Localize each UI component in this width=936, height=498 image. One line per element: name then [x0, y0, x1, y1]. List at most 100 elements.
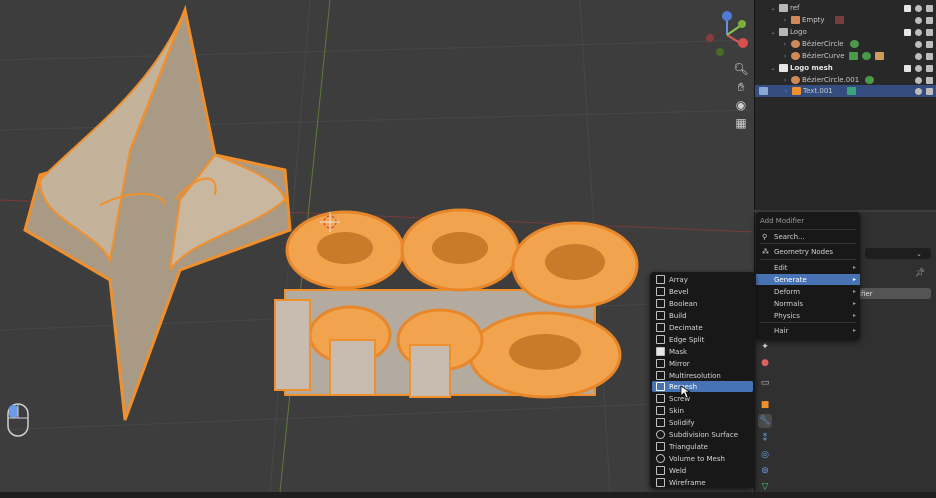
particles-tab-icon[interactable]: ⁑ [758, 432, 772, 446]
expand-arrow-icon[interactable]: › [782, 88, 790, 95]
menu-item-generate[interactable]: Generate ▸ [756, 274, 860, 285]
decimate-icon [656, 323, 665, 332]
curve-icon [791, 40, 800, 48]
camera-view-icon[interactable]: ◉ [732, 96, 750, 114]
camera-icon[interactable] [926, 52, 933, 60]
menu-item-skin[interactable]: Skin [652, 405, 753, 416]
outliner-row-empty[interactable]: › Empty [755, 14, 936, 26]
eye-icon[interactable] [915, 16, 922, 24]
viewport-scene[interactable] [0, 0, 754, 492]
pin-icon[interactable]: 📌︎ [915, 268, 925, 277]
physics-tab-icon[interactable]: ◎ [758, 448, 772, 462]
modifier-wrench-tab-icon[interactable]: 🔧︎ [758, 414, 772, 428]
menu-item-label: Mask [669, 347, 688, 356]
mesh-data-icon [846, 87, 856, 95]
menu-item-triangulate[interactable]: Triangulate [652, 441, 753, 452]
outliner-row-beziercircle[interactable]: › BézierCircle [755, 38, 936, 50]
menu-item-label: Physics [774, 311, 800, 320]
menu-item-build[interactable]: Build [652, 310, 753, 321]
camera-icon[interactable] [926, 28, 933, 36]
menu-item-volume-to-mesh[interactable]: Volume to Mesh [652, 453, 753, 464]
checkbox-icon[interactable] [904, 28, 911, 36]
menu-item-deform[interactable]: Deform ▸ [756, 286, 860, 297]
checkbox-icon[interactable] [904, 4, 911, 12]
camera-icon[interactable] [926, 16, 933, 24]
menu-item-label: Build [669, 311, 687, 320]
menu-item-decimate[interactable]: Decimate [652, 322, 753, 333]
eye-icon[interactable] [915, 4, 922, 12]
menu-item-search[interactable]: ⚲ Search... [756, 231, 860, 242]
output-tab-icon[interactable]: ▭ [758, 376, 772, 390]
build-icon [656, 311, 665, 320]
eye-icon[interactable] [915, 52, 922, 60]
toggle-perspective-icon[interactable]: ▦ [732, 114, 750, 132]
eye-icon[interactable] [915, 40, 922, 48]
scene-tab-icon[interactable]: ● [758, 356, 772, 370]
outliner-row-logo[interactable]: ⌄ Logo [755, 26, 936, 38]
curve-icon [791, 76, 800, 84]
eye-icon[interactable] [915, 76, 922, 84]
expand-arrow-icon[interactable]: ⌄ [769, 65, 777, 72]
menu-item-subdivision-surface[interactable]: Subdivision Surface [652, 429, 753, 440]
outliner-row-text-001[interactable]: › Text.001 [755, 85, 936, 97]
menu-item-geometry-nodes[interactable]: ⁂ Geometry Nodes [756, 246, 860, 257]
menu-item-edge-split[interactable]: Edge Split [652, 334, 753, 345]
menu-item-multiresolution[interactable]: Multiresolution [652, 370, 753, 381]
outliner-panel[interactable]: ⌄ ref › Empty ⌄ Logo › BézierCircle › Bé… [754, 0, 936, 210]
bevel-icon [656, 287, 665, 296]
menu-item-hair[interactable]: Hair ▸ [756, 325, 860, 336]
expand-arrow-icon[interactable]: › [781, 77, 789, 84]
menu-item-normals[interactable]: Normals ▸ [756, 298, 860, 309]
camera-icon[interactable] [926, 40, 933, 48]
expand-arrow-icon[interactable]: ⌄ [769, 29, 777, 36]
checkbox-icon[interactable] [904, 64, 911, 72]
menu-item-edit[interactable]: Edit ▸ [756, 262, 860, 273]
menu-item-mask[interactable]: Mask [652, 346, 753, 357]
navigation-gizmo[interactable] [700, 8, 754, 62]
outliner-row-beziercurve[interactable]: › BézierCurve [755, 50, 936, 62]
expand-arrow-icon[interactable]: ⌄ [769, 5, 777, 12]
eye-icon[interactable] [915, 28, 922, 36]
object-tab-icon[interactable]: ■ [758, 398, 772, 412]
eye-icon[interactable] [915, 87, 922, 95]
submenu-arrow-icon: ▸ [852, 288, 856, 295]
camera-icon[interactable] [926, 76, 933, 84]
menu-item-label: Skin [669, 406, 684, 415]
menu-item-physics[interactable]: Physics ▸ [756, 310, 860, 321]
restrict-select-icon[interactable] [759, 87, 768, 95]
dropdown-chevron-icon[interactable]: ⌄ [916, 250, 928, 258]
camera-icon[interactable] [926, 4, 933, 12]
expand-arrow-icon[interactable]: › [781, 41, 789, 48]
mouse-button-icon [7, 403, 29, 437]
menu-item-bevel[interactable]: Bevel [652, 286, 753, 297]
tool-tab-icon[interactable]: ✦ [758, 340, 772, 354]
menu-item-array[interactable]: Array [652, 274, 753, 285]
pan-hand-icon[interactable]: ✋︎ [732, 78, 750, 96]
menu-item-remesh[interactable]: Remesh [652, 381, 753, 392]
menu-item-solidify[interactable]: Solidify [652, 417, 753, 428]
edge-split-icon [656, 335, 665, 344]
constraints-tab-icon[interactable]: ⊚ [758, 464, 772, 478]
outliner-row-logo-mesh[interactable]: ⌄ Logo mesh [755, 62, 936, 74]
menu-item-mirror[interactable]: Mirror [652, 358, 753, 369]
menu-item-wireframe[interactable]: Wireframe [652, 477, 753, 488]
camera-icon[interactable] [926, 87, 933, 95]
menu-item-weld[interactable]: Weld [652, 465, 753, 476]
eye-icon[interactable] [915, 64, 922, 72]
menu-item-boolean[interactable]: Boolean [652, 298, 753, 309]
generate-submenu[interactable]: Array Bevel Boolean Build Decimate Edge … [650, 272, 755, 488]
add-modifier-menu[interactable]: Add Modifier ⚲ Search... ⁂ Geometry Node… [756, 212, 860, 340]
outliner-row-ref[interactable]: ⌄ ref [755, 2, 936, 14]
menu-item-label: Solidify [669, 418, 695, 427]
menu-item-label: Triangulate [669, 442, 708, 451]
logo-mesh-object [23, 4, 292, 421]
menu-item-screw[interactable]: Screw [652, 393, 753, 404]
solidify-icon [656, 418, 665, 427]
zoom-icon[interactable]: 🔍︎ [732, 60, 750, 78]
3d-viewport[interactable]: 🔍︎ ✋︎ ◉ ▦ [0, 0, 754, 492]
skin-icon [656, 406, 665, 415]
menu-separator [760, 243, 856, 244]
expand-arrow-icon[interactable]: › [781, 53, 789, 60]
camera-icon[interactable] [926, 64, 933, 72]
expand-arrow-icon[interactable]: › [781, 17, 789, 24]
